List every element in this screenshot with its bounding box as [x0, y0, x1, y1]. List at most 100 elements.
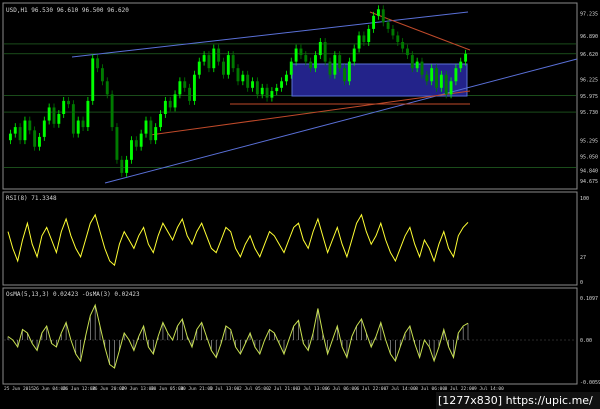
candle-body [28, 120, 32, 131]
candle-body [415, 61, 419, 69]
time-tick-label: 6 Jul 06:00 [327, 386, 357, 392]
candle-body [71, 104, 75, 134]
candle-body [280, 81, 284, 88]
candle-body [294, 48, 298, 62]
time-tick-label: 26 Jun 04:00 [33, 386, 66, 392]
candle-body [396, 35, 400, 42]
time-tick-label: 26 Jun 12:00 [63, 386, 96, 392]
candle-body [333, 55, 337, 75]
candle-body [144, 120, 148, 134]
candle-body [120, 159, 124, 173]
candle-body [464, 53, 468, 62]
time-tick-label: 30 Jun 21:00 [180, 386, 213, 392]
candle-body [309, 61, 313, 69]
candle-body [188, 87, 192, 101]
rsi-mid-label: 27 [580, 255, 586, 261]
candle-body [52, 107, 56, 124]
candle-body [76, 120, 80, 134]
price-tick-label: 96.225 [580, 78, 598, 84]
candle-body [159, 114, 162, 128]
candle-body [236, 68, 240, 82]
candle-body [386, 22, 390, 29]
candle-body [231, 55, 235, 69]
candle-body [439, 74, 443, 88]
time-tick-label: 26 Jun 20:00 [92, 386, 125, 392]
candle-body [401, 42, 405, 49]
candle-body [328, 61, 332, 75]
candle-body [372, 15, 376, 29]
candle-body [420, 61, 424, 75]
candle-body [192, 74, 196, 101]
candle-body [357, 35, 361, 49]
price-axis-labels: 97.235 96.890 96.620 96.225 95.975 95.730 95.2… [580, 12, 598, 186]
candle-body [391, 28, 395, 36]
candle-body [125, 159, 129, 173]
osma-tick-label: 0.1097 [580, 296, 598, 302]
candle-body [207, 55, 211, 69]
candle-body [13, 127, 17, 134]
candle-body [314, 55, 317, 69]
price-tick-label: 96.620 [580, 52, 598, 58]
candle-body [130, 140, 133, 160]
candle-body [299, 48, 303, 56]
candle-body [260, 87, 264, 95]
candle-body [376, 9, 380, 16]
time-tick-label: 25 Jun 2015 [4, 386, 34, 392]
candle-body [18, 127, 22, 141]
candle-body [454, 68, 458, 82]
candle-body [62, 100, 66, 114]
candle-body [343, 68, 346, 82]
candle-body [362, 35, 366, 42]
candle-body [154, 127, 158, 141]
candle-body [304, 55, 308, 62]
price-panel-title: USD,H1 96.530 96.610 96.500 96.620 [6, 7, 129, 14]
candle-body [410, 55, 414, 69]
candle-body [241, 74, 245, 82]
candle-body [202, 55, 206, 62]
candle-body [289, 61, 293, 75]
candle-body [110, 94, 114, 128]
candle-body [38, 136, 41, 147]
candle-body [406, 48, 409, 56]
candle-body [67, 100, 70, 105]
candle-body [57, 114, 61, 124]
candle-body [134, 140, 138, 147]
candle-body [183, 81, 187, 88]
candle-body [212, 48, 216, 69]
candle-body [91, 58, 95, 101]
rsi-tick-label: 0 [580, 280, 583, 286]
candle-body [149, 120, 153, 141]
candle-body [381, 9, 385, 23]
candle-body [105, 81, 109, 95]
osma-tick-label: 0.00 [580, 338, 592, 344]
time-tick-label: 30 Jun 05:00 [151, 386, 184, 392]
osma-tick-label: -0.0059 [580, 380, 600, 386]
price-tick-label: 95.295 [580, 139, 598, 145]
time-tick-label: 2 Jul 21:00 [268, 386, 298, 392]
candle-body [275, 87, 279, 92]
rsi-tick-label: 100 [580, 196, 589, 202]
candle-body [449, 81, 453, 95]
candle-body [265, 87, 269, 98]
candle-body [217, 48, 221, 62]
candle-body [47, 107, 51, 121]
osma-panel-title: OsMA(5,13,3) 0.02423 -OsMA(3) 0.02423 [6, 291, 140, 298]
candle-body [163, 100, 167, 114]
candle-body [459, 61, 463, 69]
candle-body [338, 55, 342, 69]
price-tick-label: 95.975 [580, 94, 598, 100]
candle-body [226, 55, 230, 75]
candle-body [81, 120, 85, 128]
candle-body [8, 133, 12, 141]
candle-body [197, 61, 201, 75]
candle-body [86, 100, 90, 128]
time-tick-label: 7 Jul 14:00 [386, 386, 416, 392]
time-tick-label: 29 Jun 13:00 [122, 386, 155, 392]
time-tick-label: 2 Jul 05:00 [239, 386, 269, 392]
time-tick-label: 6 Jul 22:00 [357, 386, 387, 392]
candle-body [23, 120, 27, 141]
candle-body [347, 61, 351, 82]
candle-body [318, 42, 322, 56]
candle-body [444, 74, 448, 95]
chart: 97.235 96.890 96.620 96.225 95.975 95.730 95.2… [0, 0, 600, 409]
